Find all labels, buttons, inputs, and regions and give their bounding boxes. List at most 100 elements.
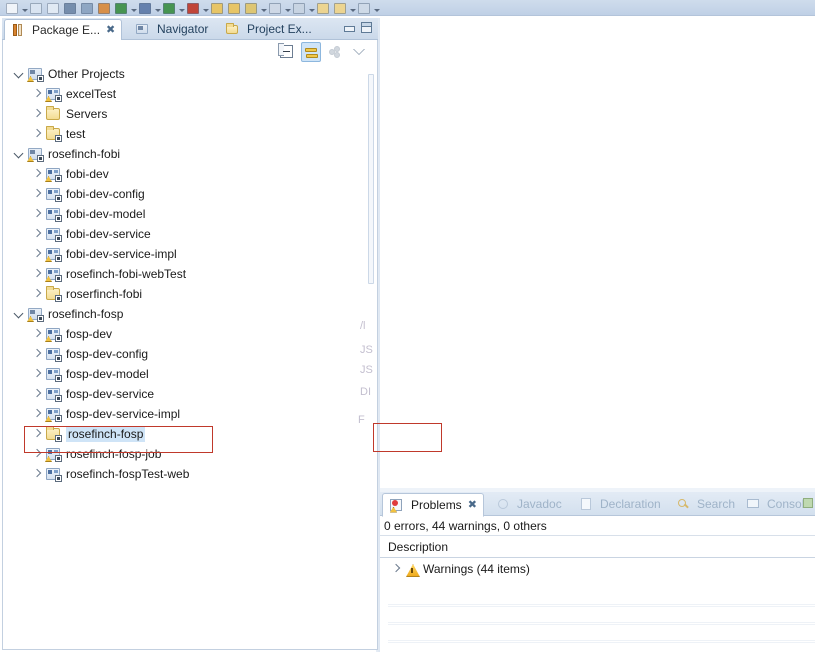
dropdown-arrow-icon[interactable]: [373, 0, 380, 15]
tab-package-explorer[interactable]: Package E... ✖: [4, 19, 123, 41]
editor-area[interactable]: /l JS JS DI F: [358, 18, 815, 488]
tab-navigator[interactable]: Navigator: [130, 18, 214, 40]
tree-item-servers[interactable]: Servers: [3, 104, 377, 124]
chevron-right-icon[interactable]: [29, 464, 45, 484]
tree-item-fobi-dev-model[interactable]: fobi-dev-model: [3, 204, 377, 224]
chevron-down-icon[interactable]: [11, 144, 27, 164]
tree-item-test[interactable]: test: [3, 124, 377, 144]
new-icon[interactable]: [4, 0, 20, 15]
search-icon[interactable]: [79, 0, 95, 15]
chevron-right-icon[interactable]: [29, 244, 45, 264]
chevron-right-icon[interactable]: [29, 324, 45, 344]
icon-glyph: [81, 3, 93, 14]
tab-search[interactable]: Search: [670, 492, 741, 516]
folder-icon[interactable]: [226, 0, 242, 15]
icon-glyph: [139, 3, 151, 14]
dropdown-arrow-icon[interactable]: [284, 0, 291, 15]
tree-item-fosp-dev-config[interactable]: fosp-dev-config: [3, 344, 377, 364]
chevron-right-icon[interactable]: [29, 404, 45, 424]
icon-glyph: [46, 106, 60, 120]
tree-item-roserfinch-fobi[interactable]: roserfinch-fobi: [3, 284, 377, 304]
chevron-right-icon[interactable]: [29, 224, 45, 244]
annotation-next-icon[interactable]: [332, 0, 348, 15]
profile-icon[interactable]: [185, 0, 201, 15]
dropdown-arrow-icon[interactable]: [21, 0, 28, 15]
tree-item-label: rosefinch-fospTest-web: [66, 467, 190, 481]
tree-item-fobi-dev-service-impl[interactable]: fobi-dev-service-impl: [3, 244, 377, 264]
tree-item-rosefinch-fosptest-web[interactable]: rosefinch-fospTest-web: [3, 464, 377, 484]
chevron-right-icon[interactable]: [29, 104, 45, 124]
tree-vertical-scrollbar[interactable]: [367, 64, 376, 649]
collapse-all-button[interactable]: [277, 42, 297, 62]
tree-item-fosp-dev-service-impl[interactable]: fosp-dev-service-impl: [3, 404, 377, 424]
tree-item-fobi-dev-service[interactable]: fobi-dev-service: [3, 224, 377, 244]
dropdown-arrow-icon[interactable]: [308, 0, 315, 15]
dropdown-arrow-icon[interactable]: [349, 0, 356, 15]
chevron-right-icon[interactable]: [29, 424, 45, 444]
tools-icon[interactable]: [243, 0, 259, 15]
tree-item-rosefinch-fosp-job[interactable]: rosefinch-fosp-job: [3, 444, 377, 464]
table-icon[interactable]: [267, 0, 283, 15]
open-type-icon[interactable]: [96, 0, 112, 15]
folder-project-icon: [45, 426, 63, 442]
open-folder-icon[interactable]: [209, 0, 225, 15]
run-icon[interactable]: [113, 0, 129, 15]
tree-item-fosp-dev-model[interactable]: fosp-dev-model: [3, 364, 377, 384]
tree-item-fosp-dev[interactable]: fosp-dev: [3, 324, 377, 344]
close-icon[interactable]: ✖: [468, 499, 477, 511]
tree-item-fobi-dev-config[interactable]: fobi-dev-config: [3, 184, 377, 204]
tree-item-rosefinch-fobi-webtest[interactable]: rosefinch-fobi-webTest: [3, 264, 377, 284]
chevron-right-icon[interactable]: [388, 559, 404, 579]
annotation-icon[interactable]: [315, 0, 331, 15]
coverage-icon[interactable]: [161, 0, 177, 15]
chevron-right-icon[interactable]: [29, 84, 45, 104]
save-icon[interactable]: [28, 0, 44, 15]
chevron-right-icon[interactable]: [29, 264, 45, 284]
link-with-editor-button[interactable]: [301, 42, 321, 62]
problems-row-warnings[interactable]: Warnings (44 items): [380, 558, 815, 580]
chevron-right-icon[interactable]: [29, 284, 45, 304]
chevron-right-icon[interactable]: [29, 164, 45, 184]
tab-problems[interactable]: Problems ✖: [382, 493, 484, 517]
focus-on-active-task-button[interactable]: [325, 42, 345, 62]
dropdown-arrow-icon[interactable]: [202, 0, 209, 15]
tree-item-fobi-dev[interactable]: fobi-dev: [3, 164, 377, 184]
tab-project-explorer[interactable]: Project Ex...: [220, 18, 318, 40]
tree-item-exceltest[interactable]: excelTest: [3, 84, 377, 104]
chevron-right-icon[interactable]: [29, 444, 45, 464]
chevron-down-icon[interactable]: [11, 304, 27, 324]
chevron-right-icon[interactable]: [29, 384, 45, 404]
icon-glyph: [98, 3, 110, 14]
minimize-button[interactable]: [343, 22, 355, 33]
tab-declaration[interactable]: Declaration: [573, 492, 667, 516]
maximize-button[interactable]: [361, 22, 372, 33]
debug-icon[interactable]: [137, 0, 153, 15]
tab-javadoc[interactable]: Javadoc: [490, 492, 568, 516]
project-tree[interactable]: Other Projects excelTest Servers test rosefi…: [3, 64, 377, 649]
chevron-down-icon[interactable]: [11, 64, 27, 84]
dropdown-arrow-icon[interactable]: [260, 0, 267, 15]
dropdown-arrow-icon[interactable]: [130, 0, 137, 15]
eclipse-workbench-window: Package E... ✖ Navigator Project Ex... O…: [0, 0, 815, 652]
dropdown-arrow-icon[interactable]: [154, 0, 161, 15]
print-icon[interactable]: [62, 0, 78, 15]
chevron-right-icon[interactable]: [29, 364, 45, 384]
close-icon[interactable]: ✖: [106, 24, 115, 36]
tree-item-rosefinch-fosp[interactable]: rosefinch-fosp: [3, 424, 377, 444]
scrollbar-thumb[interactable]: [368, 74, 374, 284]
chevron-right-icon[interactable]: [29, 124, 45, 144]
tree-item-fosp-dev-service[interactable]: fosp-dev-service: [3, 384, 377, 404]
dropdown-arrow-icon[interactable]: [178, 0, 185, 15]
chevron-right-icon[interactable]: [29, 344, 45, 364]
console-icon[interactable]: [356, 0, 372, 15]
collapse-all-icon: [278, 43, 293, 58]
chevron-right-icon[interactable]: [29, 184, 45, 204]
tree-item-other-projects[interactable]: Other Projects: [3, 64, 377, 84]
view-menu-button[interactable]: [349, 42, 369, 62]
tree-item-rosefinch-fobi[interactable]: rosefinch-fobi: [3, 144, 377, 164]
chevron-right-icon[interactable]: [29, 204, 45, 224]
tree-item-rosefinch-fosp[interactable]: rosefinch-fosp: [3, 304, 377, 324]
save-all-icon[interactable]: [45, 0, 61, 15]
view-menu-button[interactable]: [803, 498, 813, 508]
help-icon[interactable]: [291, 0, 307, 15]
